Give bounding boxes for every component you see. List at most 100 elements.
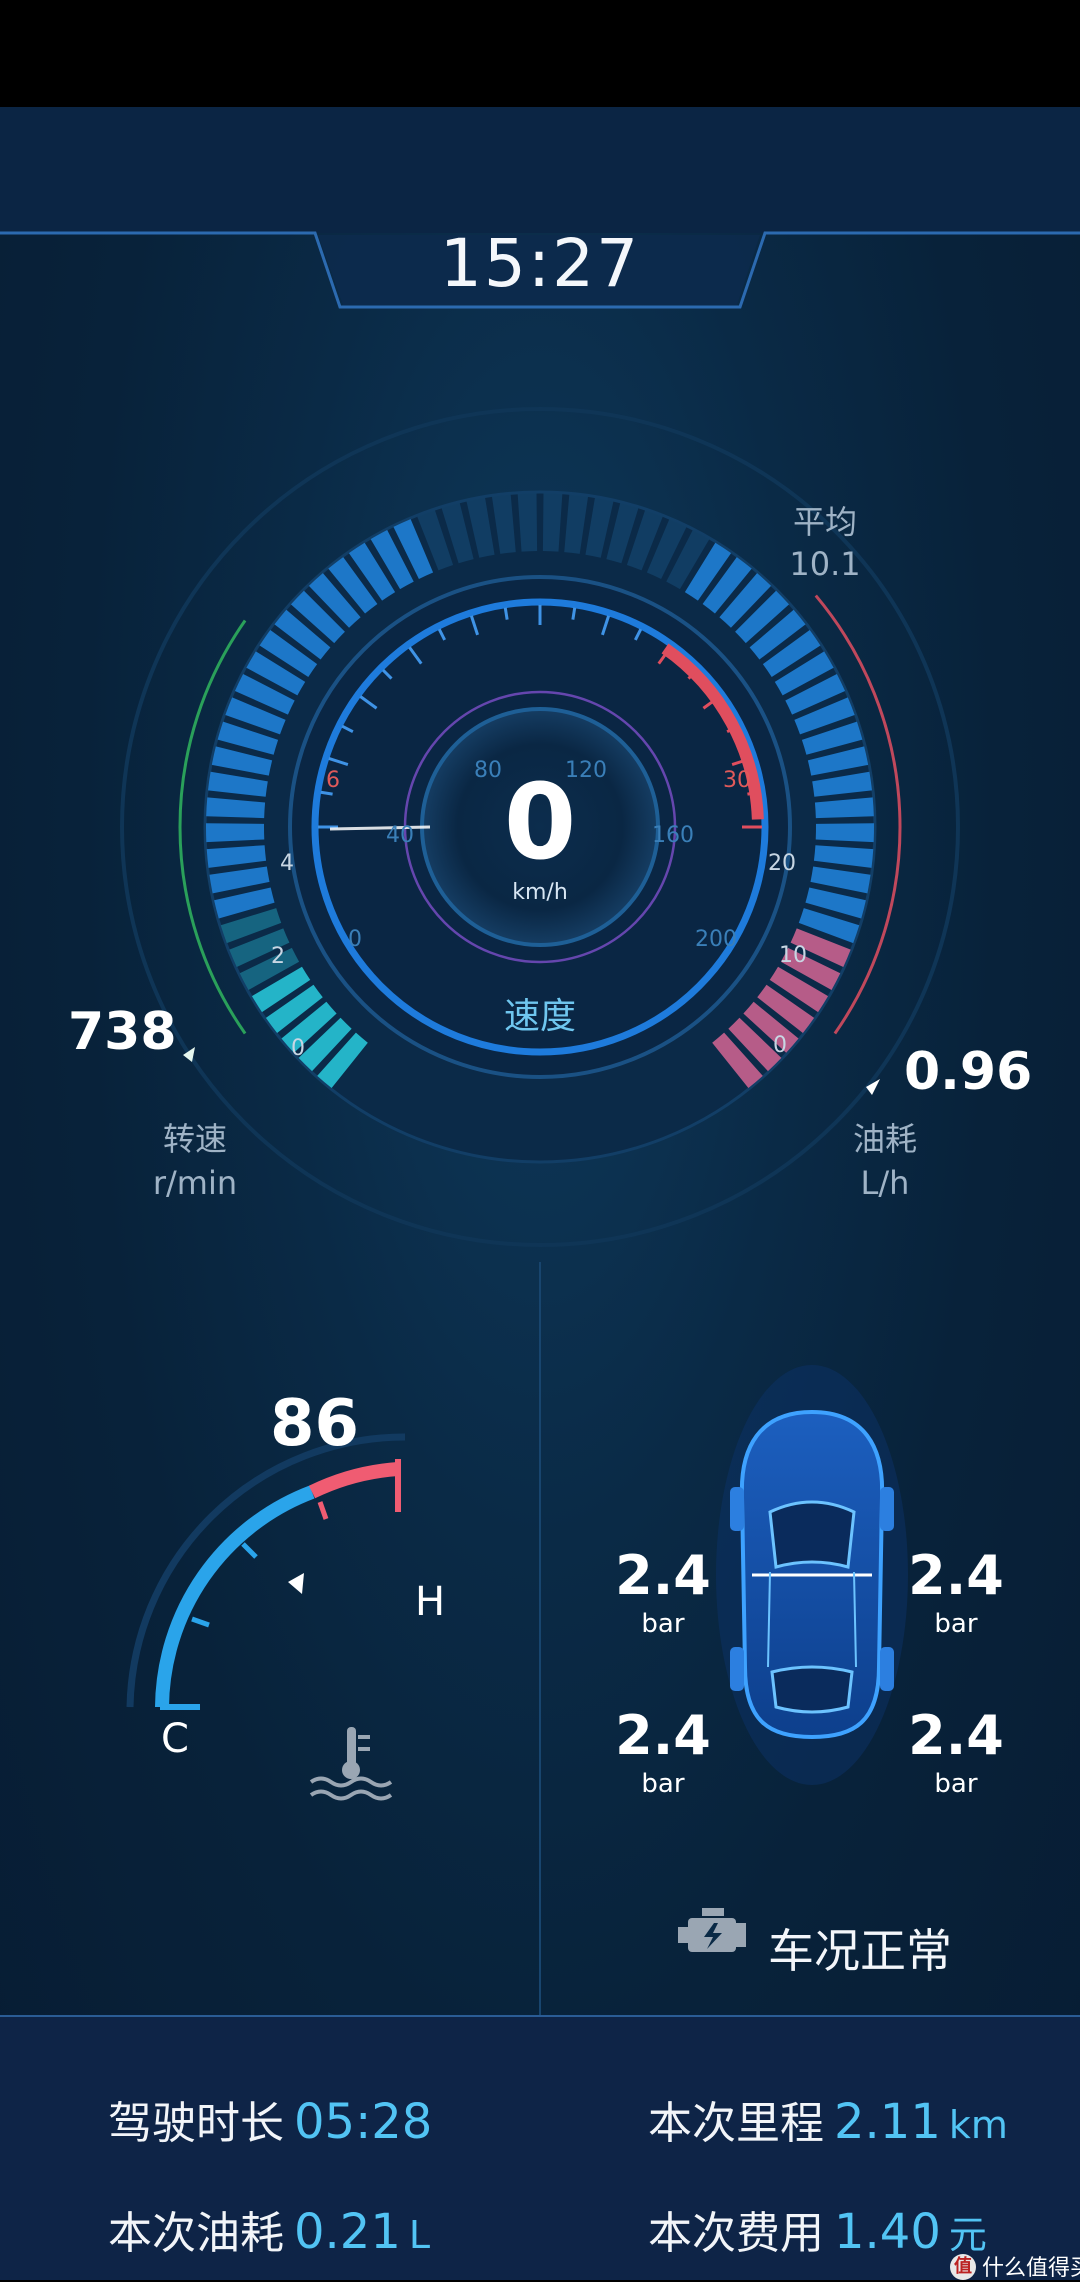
trip-stats-panel: 驾驶时长05:28 本次里程2.11km 本次油耗0.21L 本次费用1.40元 <box>0 2015 1080 2280</box>
gauge-segment <box>406 546 422 553</box>
gauge-segment <box>385 556 400 564</box>
stat-drive-time-value: 05:28 <box>294 2094 432 2150</box>
gauge-segment <box>590 526 607 529</box>
gauge-segment <box>829 731 834 747</box>
gauge-segment <box>261 687 268 703</box>
fuel-average-value: 10.1 <box>760 544 890 584</box>
fuel-rate-unit: L/h <box>820 1163 950 1203</box>
tire-front-right-value: 2.4 <box>896 1547 1016 1605</box>
speed-tick <box>505 608 507 620</box>
gauge-segment <box>320 1038 332 1050</box>
tire-front-left-value: 2.4 <box>603 1547 723 1605</box>
gauge-segment <box>794 981 803 996</box>
coolant-hot-arc <box>312 1469 398 1492</box>
gauge-segment <box>780 1001 790 1015</box>
fuel-scale-label: 20 <box>768 851 796 876</box>
gauge-segment <box>543 522 560 523</box>
gauge-segment <box>238 871 241 888</box>
stat-trip-cost-value: 1.40 <box>834 2204 941 2260</box>
gauge-segment <box>841 777 843 794</box>
gauge-segment <box>826 917 832 933</box>
stat-trip-cost: 本次费用1.40元 <box>648 2197 987 2261</box>
coolant-temperature-icon <box>311 1727 391 1799</box>
gauge-segment <box>730 1054 743 1065</box>
gauge-segment <box>567 523 584 525</box>
rpm-unit: r/min <box>130 1163 260 1203</box>
gauge-segment <box>772 629 783 642</box>
gauge-segment <box>843 847 845 864</box>
gauge-segment <box>658 546 674 553</box>
gauge-segment <box>248 917 254 933</box>
fuel-rate-label: 油耗 <box>820 1119 950 1159</box>
rpm-label: 转速 <box>130 1119 260 1159</box>
gauge-segment <box>240 753 244 770</box>
stat-trip-cost-label: 本次费用 <box>648 2208 824 2259</box>
fuel-scale-label: 30 <box>723 768 751 793</box>
watermark-text: 什么值得买 <box>982 2250 1080 2282</box>
gauge-segment <box>235 800 236 817</box>
stat-trip-distance-label: 本次里程 <box>648 2098 824 2149</box>
gauge-segment <box>799 667 808 682</box>
gauge-segment <box>520 522 537 523</box>
speed-scale-label: 200 <box>695 927 737 952</box>
speed-scale-label: 160 <box>652 823 694 848</box>
speed-unit: km/h <box>490 880 590 905</box>
gauge-segment <box>253 709 259 725</box>
gauge-segment <box>365 567 379 576</box>
tire-front-right-unit: bar <box>896 1609 1016 1639</box>
engine-icon <box>678 1908 746 1952</box>
speed-needle <box>330 827 430 829</box>
gauge-segment <box>756 611 768 624</box>
coolant-fill-arc <box>162 1492 312 1707</box>
gauge-segment <box>256 939 263 955</box>
gauge-segment <box>680 556 695 564</box>
stat-trip-distance: 本次里程2.11km <box>648 2087 1008 2151</box>
rpm-scale-label: 0 <box>291 1036 305 1061</box>
gauge-segment <box>337 1054 350 1065</box>
stat-drive-time-label: 驾驶时长 <box>108 2098 284 2149</box>
stat-trip-distance-value: 2.11 <box>834 2094 941 2150</box>
gauge-segment <box>786 647 796 661</box>
speed-scale-label: 0 <box>348 927 362 952</box>
fuel-scale-label: 0 <box>773 1033 787 1058</box>
stat-drive-time: 驾驶时长05:28 <box>108 2087 432 2151</box>
coolant-high-label: H <box>405 1582 455 1622</box>
stat-trip-fuel-label: 本次油耗 <box>108 2208 284 2259</box>
gauge-segment <box>821 709 827 725</box>
gauge-segment <box>277 981 286 996</box>
tire-rear-left-unit: bar <box>603 1769 723 1799</box>
gauge-segment <box>720 581 734 592</box>
gauge-segment <box>242 894 246 911</box>
coolant-low-label: C <box>150 1719 200 1759</box>
gauge-segment <box>304 1020 315 1033</box>
gauge-segment <box>748 1038 760 1050</box>
rpm-scale-label: 6 <box>326 768 340 793</box>
gauge-segment <box>473 526 490 529</box>
gauge-segment <box>839 871 842 888</box>
smzdm-logo-icon: 值 <box>950 2254 976 2280</box>
car-top-view-icon <box>716 1365 908 1785</box>
speed-tick <box>573 608 575 620</box>
gauge-segment <box>613 531 630 536</box>
speed-value: 0 <box>440 767 640 877</box>
gauge-segment <box>765 1020 776 1033</box>
gauge-segment <box>700 567 714 576</box>
tire-rear-right-value: 2.4 <box>896 1707 1016 1765</box>
stat-trip-distance-unit: km <box>949 2103 1008 2147</box>
gauge-segment <box>313 611 325 624</box>
gauge-segment <box>738 595 751 607</box>
stat-trip-fuel-value: 0.21 <box>294 2204 401 2260</box>
gauge-segment <box>290 1001 300 1015</box>
stat-trip-fuel-unit: L <box>409 2213 430 2257</box>
gauge-segment <box>329 595 342 607</box>
gauge-segment <box>496 523 513 525</box>
gauge-segment <box>844 800 845 817</box>
speed-label: 速度 <box>440 987 640 1039</box>
stat-trip-fuel: 本次油耗0.21L <box>108 2197 430 2261</box>
gauge-segment <box>806 961 814 976</box>
rpm-scale-label: 2 <box>271 944 285 969</box>
vehicle-status-text: 车况正常 <box>768 1915 952 1981</box>
gauge-segment <box>836 753 840 770</box>
tire-rear-left-value: 2.4 <box>603 1707 723 1765</box>
gauge-segment <box>298 629 309 642</box>
